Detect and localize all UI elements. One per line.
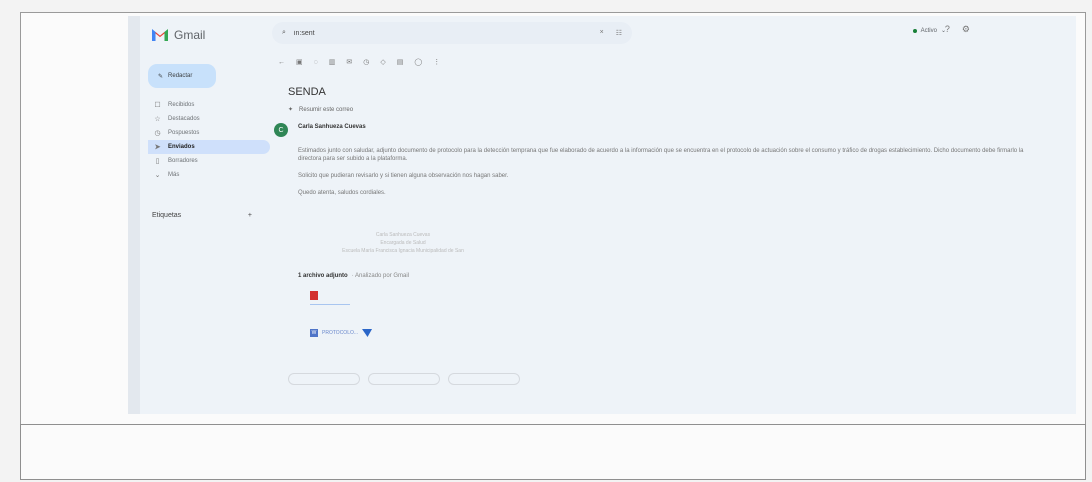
draft-icon: ▯ (155, 158, 160, 165)
task-icon[interactable]: ◇ (380, 58, 385, 66)
sidebar-item-label: Borradores (168, 158, 198, 164)
settings-icon[interactable]: ⚙ (962, 24, 970, 35)
body-paragraph: Quedo atenta, saludos cordiales. (298, 190, 386, 196)
attachment-name: PROTOCOLO... (322, 330, 359, 336)
mail-icon[interactable]: ✉ (346, 58, 352, 66)
signature-line: Carla Sanhueza Cuevas (375, 232, 431, 238)
attachments-note: · Analizado por Gmail (351, 273, 410, 279)
left-rail (128, 16, 140, 414)
sidebar-item-label: Enviados (168, 144, 195, 150)
compose-button[interactable]: ✎ Redactar (148, 64, 216, 88)
search-controls: × ☷ (600, 29, 622, 37)
body-paragraph: Estimados junto con saludar, adjunto doc… (298, 148, 1024, 162)
attachments-section: 1 archivo adjunto · Analizado por Gmail … (298, 273, 1048, 337)
download-icon[interactable] (362, 329, 373, 337)
attachments-heading: 1 archivo adjunto · Analizado por Gmail (298, 273, 1048, 279)
spam-icon[interactable]: ◌ (314, 59, 318, 66)
move-icon[interactable]: ▤ (397, 58, 404, 66)
sidebar-item-starred[interactable]: ☆ Destacados (148, 112, 270, 126)
reply-all-button[interactable] (368, 373, 440, 385)
sparkle-icon: ✦ (288, 107, 294, 113)
sidebar-item-drafts[interactable]: ▯ Borradores (148, 154, 270, 168)
attachment-thumbnail[interactable] (310, 291, 354, 311)
status-badge[interactable]: Activo ⌄ (912, 27, 946, 34)
clock-icon: ◷ (154, 130, 161, 137)
delete-icon[interactable]: ▥ (329, 58, 336, 66)
sidebar-item-inbox[interactable]: ☐ Recibidos (148, 98, 270, 112)
search-icon: ⌕ (282, 29, 286, 36)
reply-button[interactable] (288, 373, 360, 385)
filter-icon[interactable]: ☷ (616, 29, 622, 37)
topbar: ⌕ × ☷ Activo ⌄ ? ⚙ (272, 16, 1076, 50)
gmail-logo-icon (152, 29, 168, 41)
status-label: Activo (920, 27, 937, 34)
close-icon[interactable]: × (600, 29, 604, 37)
sidebar-item-sent[interactable]: ➤ Enviados (148, 140, 270, 154)
gmail-screenshot: Gmail ✎ Redactar ☐ Recibidos ☆ Destacados … (128, 16, 1076, 414)
more-vertical-icon[interactable]: ⋮ (433, 58, 440, 66)
email-subject: SENDA (288, 86, 326, 98)
app-name: Gmail (174, 28, 206, 42)
gmail-logo[interactable]: Gmail (152, 28, 205, 42)
top-right-icons: ? ⚙ (945, 24, 970, 35)
email-toolbar: ← ▣ ◌ ▥ ✉ ◷ ◇ ▤ ◯ ⋮ (278, 58, 440, 67)
sender-row: C Carla Sanhueza Cuevas (274, 123, 1048, 147)
sidebar-item-label: Pospuestos (168, 130, 200, 136)
snooze-icon[interactable]: ◷ (363, 58, 369, 66)
sender-name: Carla Sanhueza Cuevas (298, 124, 366, 130)
avatar: C (274, 123, 288, 137)
star-icon: ☆ (154, 116, 161, 123)
reply-actions (288, 373, 1048, 385)
add-label-icon[interactable]: + (248, 212, 252, 219)
search-input[interactable] (291, 28, 546, 38)
sidebar-item-label: Más (168, 172, 180, 178)
active-status-dot (912, 28, 917, 33)
sidebar: Gmail ✎ Redactar ☐ Recibidos ☆ Destacados … (140, 16, 272, 414)
pencil-icon: ✎ (158, 73, 164, 80)
search-bar[interactable]: ⌕ × ☷ (272, 22, 632, 44)
chevron-down-icon: ⌄ (154, 172, 161, 179)
labels-heading: Etiquetas (152, 212, 182, 219)
sidebar-item-label: Recibidos (168, 102, 195, 108)
label-icon[interactable]: ◯ (414, 58, 422, 66)
sidebar-item-snoozed[interactable]: ◷ Pospuestos (148, 126, 270, 140)
summary-label: Resumir este correo (299, 106, 354, 113)
summary-button[interactable]: ✦ Resumir este correo (288, 106, 1048, 114)
lower-empty-box (20, 424, 1086, 480)
signature-line: Encargada de Salud (380, 240, 426, 246)
inbox-icon: ☐ (154, 102, 161, 109)
sidebar-item-label: Destacados (168, 116, 200, 122)
attachment-file[interactable]: W PROTOCOLO... (310, 329, 1048, 337)
back-arrow-icon[interactable]: ← (278, 59, 285, 66)
email-signature: Carla Sanhueza Cuevas Encargada de Salud… (288, 231, 518, 255)
sidebar-navigation: ☐ Recibidos ☆ Destacados ◷ Pospuestos ➤ Envi… (148, 98, 270, 182)
attachments-title: 1 archivo adjunto (298, 273, 348, 279)
forward-button[interactable] (448, 373, 520, 385)
sidebar-item-more[interactable]: ⌄ Más (148, 168, 270, 182)
email-content: SENDA ✦ Resumir este correo C Carla Sanh… (274, 86, 1048, 385)
compose-label: Redactar (168, 73, 193, 79)
help-icon[interactable]: ? (945, 24, 950, 35)
body-paragraph: Solicito que pudieran revisarlo y si tie… (298, 173, 509, 179)
archive-icon[interactable]: ▣ (296, 58, 303, 66)
labels-section: Etiquetas + (152, 212, 252, 219)
email-body: Estimados junto con saludar, adjunto doc… (288, 147, 1048, 197)
send-icon: ➤ (154, 144, 161, 151)
document-icon: W (310, 329, 318, 337)
signature-line: Escuela María Francisca Ignacia Municipa… (342, 248, 464, 254)
